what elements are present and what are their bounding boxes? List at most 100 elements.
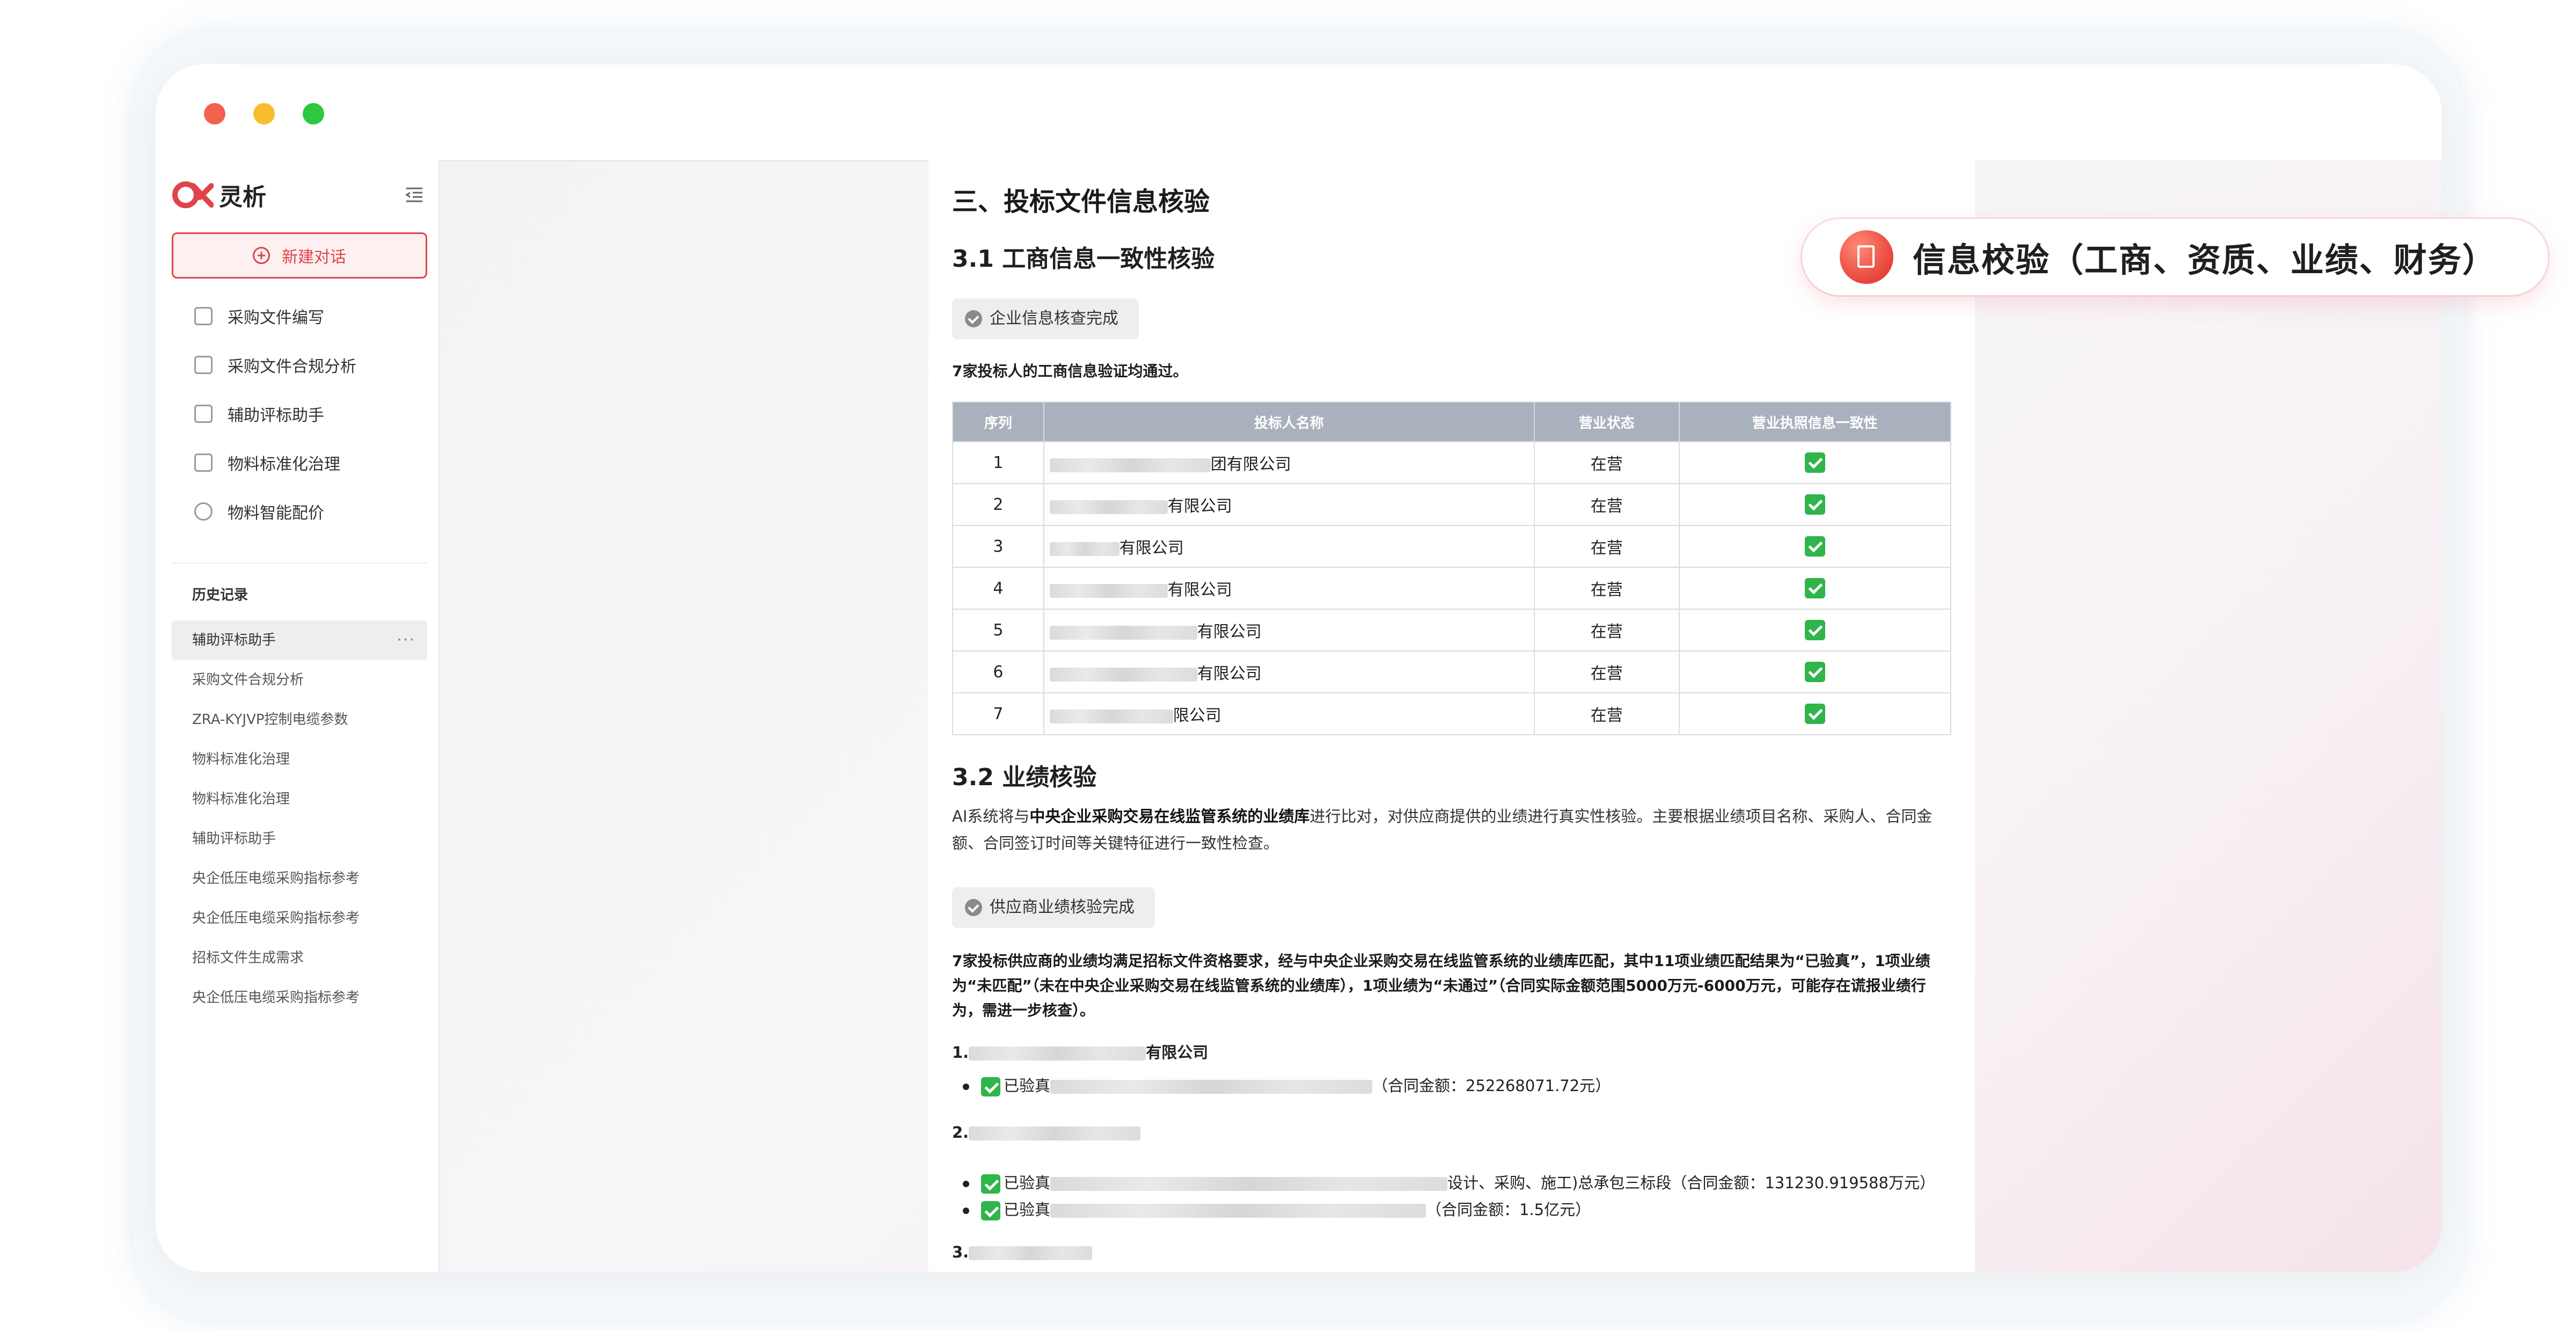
list-sort-icon bbox=[194, 453, 213, 472]
check-mark-icon bbox=[1804, 452, 1825, 473]
bidder-name-cell: 有限公司 bbox=[1043, 483, 1535, 526]
item-number: 3. bbox=[952, 1243, 969, 1261]
badge-text: 信息校验（工商、资质、业绩、财务） bbox=[1913, 240, 2497, 280]
performance-summary: 7家投标供应商的业绩均满足招标文件资格要求，经与中央企业采购交易在线监管系统的业… bbox=[952, 952, 1930, 1019]
bidder-name-suffix: 有限公司 bbox=[1167, 581, 1232, 599]
seq-cell: 6 bbox=[952, 650, 1044, 693]
table-row: 7 限公司 在营 bbox=[952, 692, 1952, 735]
history-item[interactable]: 物料标准化治理 bbox=[172, 779, 427, 819]
table-row: 1 团有限公司 在营 bbox=[952, 441, 1952, 484]
menu-item-bid-evaluation[interactable]: 辅助评标助手 bbox=[156, 389, 440, 438]
history-item[interactable]: 辅助评标助手 ··· bbox=[172, 620, 427, 660]
para-text: AI系统将与 bbox=[952, 807, 1030, 825]
check-circle-icon bbox=[965, 899, 982, 916]
history-title: 历史记录 bbox=[192, 587, 248, 603]
bidder-name-cell: 有限公司 bbox=[1043, 609, 1535, 652]
close-window-button[interactable] bbox=[204, 103, 225, 125]
history-item-label: 物料标准化治理 bbox=[192, 751, 290, 767]
history-item[interactable]: 辅助评标助手 bbox=[172, 819, 427, 859]
check-mark-icon bbox=[1804, 494, 1825, 515]
seq-cell: 5 bbox=[952, 609, 1044, 652]
logo-text: 灵析 bbox=[219, 184, 266, 211]
history-item[interactable]: 招标文件生成需求 bbox=[172, 938, 427, 978]
performance-item-2: 2. 已验真 设计、采购、施工)总承包三标段（合同金额：131230.919588… bbox=[952, 1123, 1951, 1220]
status-pill-performance-check: 供应商业绩核验完成 bbox=[952, 887, 1155, 928]
status-cell: 在营 bbox=[1533, 692, 1680, 735]
menu-item-smart-pricing[interactable]: 物料智能配价 bbox=[156, 487, 440, 536]
check-mark-icon bbox=[1804, 536, 1825, 557]
menu-item-procurement-writing[interactable]: 采购文件编写 bbox=[156, 291, 440, 340]
business-info-summary: 7家投标人的工商信息验证均通过。 bbox=[952, 362, 1188, 380]
column-header: 序列 bbox=[952, 401, 1044, 442]
performance-item-title: 3. bbox=[952, 1243, 1951, 1261]
redacted-text bbox=[969, 1047, 1146, 1061]
consistency-cell bbox=[1678, 692, 1952, 735]
logo: 灵析 bbox=[172, 176, 266, 214]
history-item[interactable]: 央企低压电缆采购指标参考 bbox=[172, 978, 427, 1018]
document-edit-icon bbox=[194, 306, 213, 325]
status-cell: 在营 bbox=[1533, 525, 1680, 568]
item-company-suffix: 有限公司 bbox=[1146, 1043, 1209, 1062]
status-cell: 在营 bbox=[1533, 650, 1680, 693]
menu-item-label: 采购文件编写 bbox=[228, 308, 324, 327]
performance-line: 已验真 设计、采购、施工)总承包三标段（合同金额：131230.919588万元） bbox=[963, 1171, 1935, 1194]
tag-icon bbox=[194, 404, 213, 423]
sidebar-divider bbox=[172, 562, 427, 564]
history-item[interactable]: 央企低压电缆采购指标参考 bbox=[172, 859, 427, 898]
redacted-text bbox=[969, 1246, 1093, 1260]
menu-item-label: 物料智能配价 bbox=[228, 503, 324, 523]
maximize-window-button[interactable] bbox=[303, 103, 324, 125]
main-area: 三、投标文件信息核验 3.1 工商信息一致性核验 企业信息核查完成 7家投标人的… bbox=[440, 160, 2442, 1272]
table-row: 6 有限公司 在营 bbox=[952, 650, 1952, 693]
item-number: 2. bbox=[952, 1123, 969, 1142]
check-mark-icon bbox=[1804, 578, 1825, 598]
history-item[interactable]: ZRA-KYJVP控制电缆参数 bbox=[172, 700, 427, 740]
bidder-name-cell: 有限公司 bbox=[1043, 525, 1535, 568]
table-row: 2 有限公司 在营 bbox=[952, 483, 1952, 526]
sidebar: 灵析 新建对话 采购文件编写 采购文件合规分析 辅助评标助手 物料标准化治理 物… bbox=[156, 160, 440, 1272]
redacted-text bbox=[1049, 458, 1211, 472]
history-item-label: 物料标准化治理 bbox=[192, 791, 290, 807]
redacted-text bbox=[969, 1127, 1141, 1140]
redacted-text bbox=[1049, 625, 1197, 640]
document-verify-icon bbox=[1840, 230, 1893, 284]
minimize-window-button[interactable] bbox=[253, 103, 275, 125]
history-item-label: 央企低压电缆采购指标参考 bbox=[192, 871, 360, 887]
bidder-name-suffix: 团有限公司 bbox=[1210, 455, 1291, 474]
menu-item-label: 辅助评标助手 bbox=[228, 406, 324, 425]
seq-cell: 3 bbox=[952, 525, 1044, 568]
feature-menu: 采购文件编写 采购文件合规分析 辅助评标助手 物料标准化治理 物料智能配价 bbox=[156, 291, 440, 536]
history-item[interactable]: 央企低压电缆采购指标参考 bbox=[172, 898, 427, 938]
seq-cell: 4 bbox=[952, 567, 1044, 610]
history-item-label: 辅助评标助手 bbox=[192, 632, 276, 648]
bidder-name-suffix: 有限公司 bbox=[1167, 497, 1232, 516]
status-cell: 在营 bbox=[1533, 441, 1680, 484]
status-cell: 在营 bbox=[1533, 483, 1680, 526]
redacted-text bbox=[1049, 667, 1197, 682]
status-cell: 在营 bbox=[1533, 567, 1680, 610]
performance-intro: AI系统将与中央企业采购交易在线监管系统的业绩库进行比对，对供应商提供的业绩进行… bbox=[952, 803, 1951, 857]
bidder-name-suffix: 有限公司 bbox=[1197, 623, 1262, 641]
item-number: 1. bbox=[952, 1043, 969, 1062]
business-info-table: 序列 投标人名称 营业状态 营业执照信息一致性 1 团有限公司 在营 2 有限公… bbox=[952, 401, 1952, 735]
logo-icon bbox=[172, 181, 214, 208]
bidder-name-suffix: 有限公司 bbox=[1119, 539, 1184, 558]
document-icon bbox=[1857, 245, 1875, 268]
history-item[interactable]: 采购文件合规分析 bbox=[172, 660, 427, 700]
menu-item-material-standardization[interactable]: 物料标准化治理 bbox=[156, 438, 440, 487]
verify-status: 已验真 bbox=[1004, 1077, 1051, 1095]
subsection-title-business-info: 3.1 工商信息一致性核验 bbox=[952, 245, 1215, 273]
new-chat-button[interactable]: 新建对话 bbox=[172, 232, 427, 279]
history-item-label: 采购文件合规分析 bbox=[192, 672, 304, 688]
history-item-label: 辅助评标助手 bbox=[192, 831, 276, 847]
performance-line: 已验真 （合同金额：1.5亿元） bbox=[963, 1197, 1591, 1220]
more-options-icon[interactable]: ··· bbox=[397, 620, 415, 660]
history-item-label: 央企低压电缆采购指标参考 bbox=[192, 990, 360, 1006]
menu-item-compliance-analysis[interactable]: 采购文件合规分析 bbox=[156, 340, 440, 389]
check-circle-icon bbox=[965, 310, 982, 327]
plus-circle-icon bbox=[253, 247, 270, 264]
consistency-cell bbox=[1678, 483, 1952, 526]
collapse-sidebar-icon[interactable] bbox=[405, 186, 423, 204]
history-item[interactable]: 物料标准化治理 bbox=[172, 740, 427, 779]
consistency-cell bbox=[1678, 525, 1952, 568]
